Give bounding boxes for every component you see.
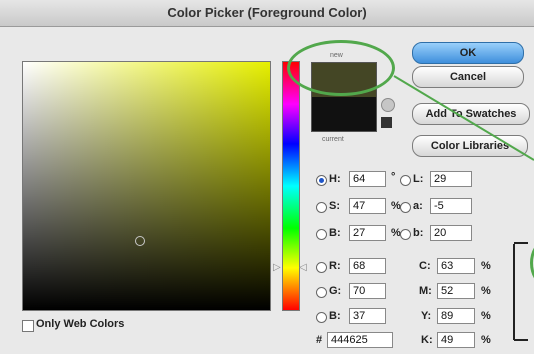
black-unit: %	[481, 334, 491, 346]
lightness-label: L:	[413, 173, 424, 185]
red-input[interactable]: 68	[349, 258, 386, 274]
hue-slider-right-arrow-icon[interactable]: ◁	[299, 262, 307, 273]
hex-label: #	[316, 334, 323, 346]
b-channel-label: b:	[413, 227, 424, 239]
only-web-colors-label: Only Web Colors	[36, 318, 125, 330]
green-input[interactable]: 70	[349, 283, 386, 299]
hex-input[interactable]: 444625	[327, 332, 393, 348]
magenta-label: M:	[419, 285, 432, 297]
add-to-swatches-button[interactable]: Add To Swatches	[412, 103, 530, 125]
out-of-gamut-warning-icon[interactable]	[381, 98, 395, 112]
blue-label: B:	[329, 310, 341, 322]
hue-input[interactable]: 64	[349, 171, 386, 187]
title-bar: Color Picker (Foreground Color)	[0, 0, 534, 27]
brightness-input[interactable]: 27	[349, 225, 386, 241]
yellow-label: Y:	[421, 310, 432, 322]
magenta-unit: %	[481, 285, 491, 297]
cyan-label: C:	[419, 260, 431, 272]
b-channel-input[interactable]: 20	[430, 225, 472, 241]
hue-radio[interactable]	[316, 175, 327, 186]
web-safe-cube-icon[interactable]	[381, 117, 392, 128]
annotation-highlight-oval	[287, 40, 395, 96]
hue-label: H:	[329, 173, 341, 185]
window-title: Color Picker (Foreground Color)	[167, 5, 367, 20]
brightness-radio[interactable]	[316, 229, 327, 240]
lightness-input[interactable]: 29	[430, 171, 472, 187]
saturation-label: S:	[329, 200, 340, 212]
lightness-radio[interactable]	[400, 175, 411, 186]
b-channel-radio[interactable]	[400, 229, 411, 240]
magenta-input[interactable]: 52	[437, 283, 475, 299]
current-color-label: current	[322, 136, 344, 143]
blue-radio[interactable]	[316, 312, 327, 323]
black-input[interactable]: 49	[437, 332, 475, 348]
only-web-colors-checkbox[interactable]	[22, 320, 34, 332]
red-label: R:	[329, 260, 341, 272]
saturation-radio[interactable]	[316, 202, 327, 213]
current-color-swatch[interactable]	[312, 97, 376, 131]
blue-input[interactable]: 37	[349, 308, 386, 324]
yellow-input[interactable]: 89	[437, 308, 475, 324]
brightness-label: B:	[329, 227, 341, 239]
color-libraries-button[interactable]: Color Libraries	[412, 135, 528, 157]
hue-slider[interactable]	[282, 61, 300, 311]
yellow-unit: %	[481, 310, 491, 322]
a-channel-label: a:	[413, 200, 423, 212]
a-channel-radio[interactable]	[400, 202, 411, 213]
ok-button[interactable]: OK	[412, 42, 524, 64]
color-field[interactable]	[22, 61, 271, 311]
green-label: G:	[329, 285, 342, 297]
hue-unit: °	[391, 171, 396, 183]
hue-slider-left-arrow-icon[interactable]: ▷	[273, 262, 281, 273]
cyan-input[interactable]: 63	[437, 258, 475, 274]
a-channel-input[interactable]: -5	[430, 198, 472, 214]
saturation-input[interactable]: 47	[349, 198, 386, 214]
cyan-unit: %	[481, 260, 491, 272]
green-radio[interactable]	[316, 287, 327, 298]
black-label: K:	[421, 334, 433, 346]
cancel-button[interactable]: Cancel	[412, 66, 524, 88]
red-radio[interactable]	[316, 262, 327, 273]
color-field-marker[interactable]	[135, 236, 145, 246]
